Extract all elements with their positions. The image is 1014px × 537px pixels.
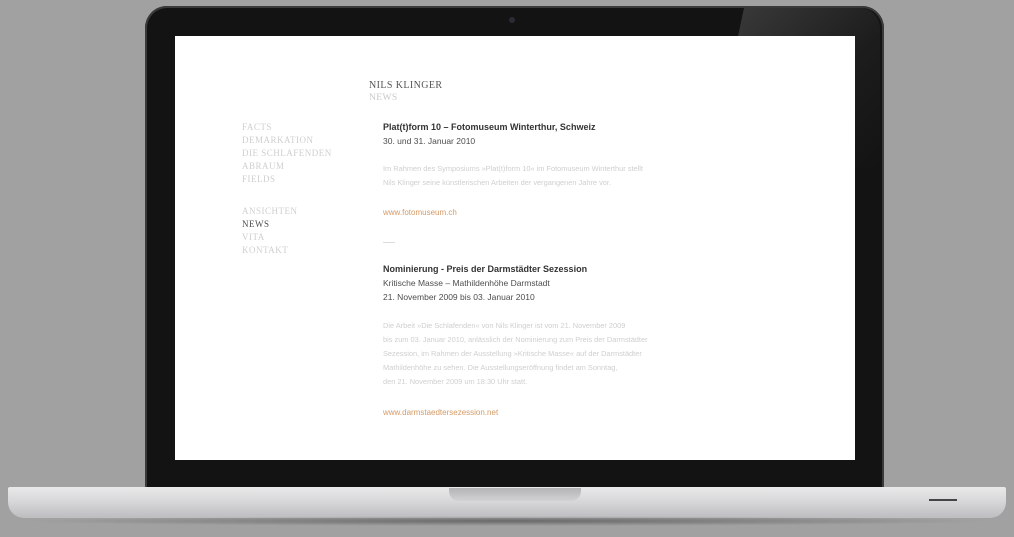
page-subtitle: NEWS bbox=[369, 93, 398, 103]
news-body-line: Nils Klinger seine künstlerischen Arbeit… bbox=[383, 178, 612, 187]
news-body-line: Die Arbeit »Die Schlafenden« von Nils Kl… bbox=[383, 321, 626, 330]
news-date: 21. November 2009 bis 03. Januar 2010 bbox=[383, 292, 535, 302]
status-light bbox=[929, 499, 957, 501]
lid-notch bbox=[449, 488, 581, 501]
browser-screen: NILS KLINGER NEWS FACTS DEMARKATION DIE … bbox=[175, 36, 855, 460]
nav-item-demarkation[interactable]: DEMARKATION bbox=[242, 135, 314, 145]
news-body-line: den 21. November 2009 um 18:30 Uhr statt… bbox=[383, 377, 528, 386]
nav-item-ansichten[interactable]: ANSICHTEN bbox=[242, 206, 298, 216]
news-body-line: bis zum 03. Januar 2010, anlässlich der … bbox=[383, 335, 648, 344]
nav-item-vita[interactable]: VITA bbox=[242, 232, 265, 242]
news-body-line: Sezession, im Rahmen der Ausstellung »Kr… bbox=[383, 349, 642, 358]
nav-item-die-schlafenden[interactable]: DIE SCHLAFENDEN bbox=[242, 148, 332, 158]
nav-item-news[interactable]: NEWS bbox=[242, 219, 270, 229]
news-title: Nominierung - Preis der Darmstädter Seze… bbox=[383, 264, 588, 274]
news-title: Plat(t)form 10 – Fotomuseum Winterthur, … bbox=[383, 122, 596, 132]
news-venue: Kritische Masse – Mathildenhöhe Darmstad… bbox=[383, 278, 550, 288]
news-link[interactable]: www.fotomuseum.ch bbox=[383, 208, 457, 217]
base-shadow bbox=[20, 516, 994, 526]
news-date: 30. und 31. Januar 2010 bbox=[383, 136, 476, 146]
news-link[interactable]: www.darmstaedtersezession.net bbox=[383, 408, 498, 417]
nav-item-fields[interactable]: FIELDS bbox=[242, 174, 276, 184]
news-divider bbox=[383, 242, 395, 243]
site-title[interactable]: NILS KLINGER bbox=[369, 80, 442, 91]
news-body-line: Im Rahmen des Symposiums »Plat(t)form 10… bbox=[383, 164, 643, 173]
nav-item-facts[interactable]: FACTS bbox=[242, 122, 272, 132]
news-body-line: Mathildenhöhe zu sehen. Die Ausstellungs… bbox=[383, 363, 618, 372]
nav-item-kontakt[interactable]: KONTAKT bbox=[242, 245, 288, 255]
nav-item-abraum[interactable]: ABRAUM bbox=[242, 161, 285, 171]
camera-icon bbox=[509, 17, 515, 23]
